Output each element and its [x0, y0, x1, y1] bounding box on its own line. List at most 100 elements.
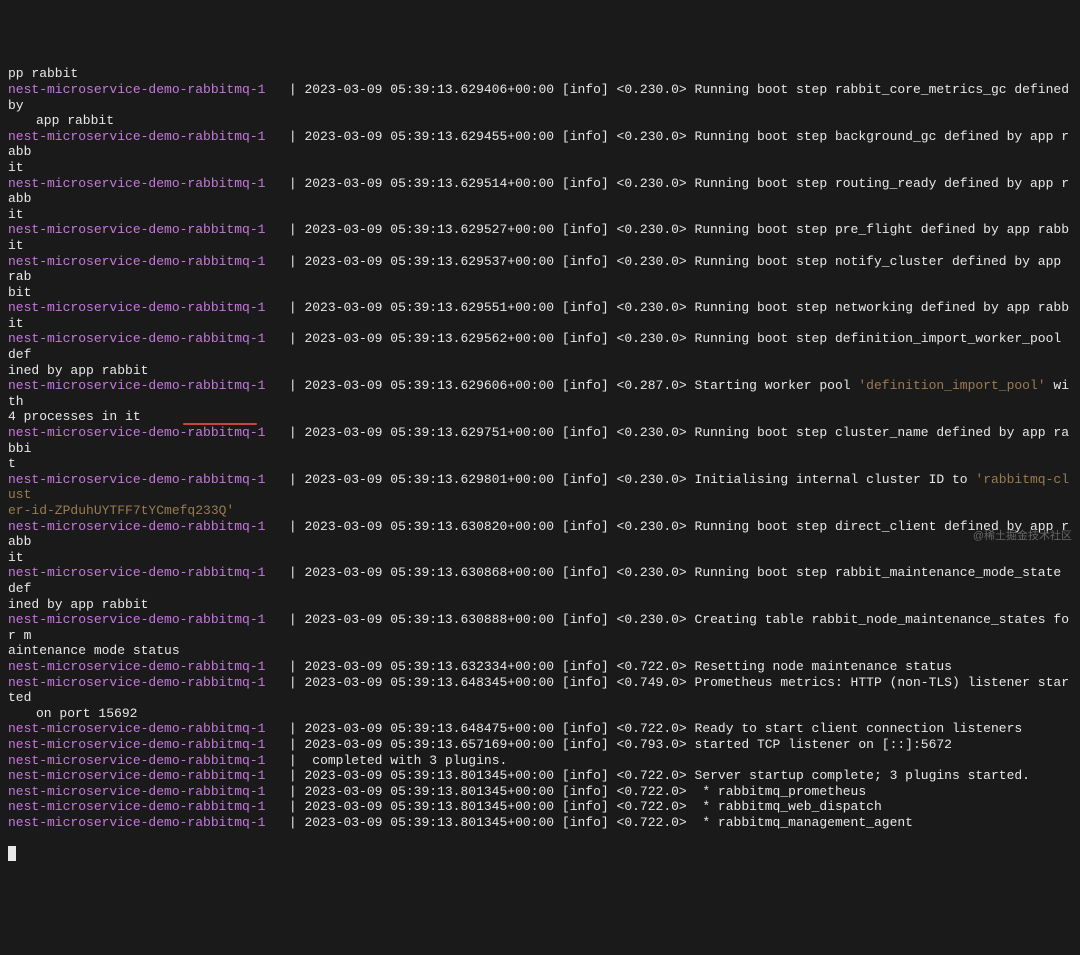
log-level: [info]	[562, 254, 617, 269]
log-line: nest-microservice-demo-rabbitmq-1 | 2023…	[8, 675, 1072, 706]
log-line: nest-microservice-demo-rabbitmq-1 | 2023…	[8, 176, 1072, 207]
continuation: pp rabbit	[8, 66, 78, 81]
log-line: bit	[8, 285, 1072, 301]
service-name: nest-microservice-demo-rabbitmq-1	[8, 659, 281, 674]
quoted-string: 'definition_import_pool'	[858, 378, 1045, 393]
pid: <0.230.0>	[617, 425, 695, 440]
log-level: [info]	[562, 784, 617, 799]
log-line: pp rabbit	[8, 66, 1072, 82]
pid: <0.230.0>	[617, 82, 695, 97]
pid: <0.230.0>	[617, 129, 695, 144]
continuation: aintenance mode status	[8, 643, 180, 658]
log-message: completed with 3 plugins.	[312, 753, 507, 768]
timestamp: 2023-03-09 05:39:13.801345+00:00	[304, 768, 561, 783]
timestamp: 2023-03-09 05:39:13.629551+00:00	[304, 300, 561, 315]
service-name: nest-microservice-demo-rabbitmq-1	[8, 176, 281, 191]
log-line: t	[8, 456, 1072, 472]
service-name: nest-microservice-demo-rabbitmq-1	[8, 254, 281, 269]
timestamp: 2023-03-09 05:39:13.629801+00:00	[304, 472, 561, 487]
separator: |	[281, 737, 304, 752]
log-message: * rabbitmq_web_dispatch	[695, 799, 882, 814]
separator: |	[281, 612, 304, 627]
log-line: it	[8, 550, 1072, 566]
log-line: nest-microservice-demo-rabbitmq-1 | 2023…	[8, 331, 1072, 362]
timestamp: 2023-03-09 05:39:13.629406+00:00	[304, 82, 561, 97]
pid: <0.722.0>	[617, 784, 695, 799]
service-name: nest-microservice-demo-rabbitmq-1	[8, 425, 281, 440]
separator: |	[281, 129, 304, 144]
timestamp: 2023-03-09 05:39:13.648475+00:00	[304, 721, 561, 736]
log-message: * rabbitmq_management_agent	[695, 815, 913, 830]
service-name: nest-microservice-demo-rabbitmq-1	[8, 815, 281, 830]
log-level: [info]	[562, 425, 617, 440]
log-message: * rabbitmq_prometheus	[695, 784, 867, 799]
pid: <0.230.0>	[617, 331, 695, 346]
log-line: ined by app rabbit	[8, 597, 1072, 613]
separator: |	[281, 378, 304, 393]
separator: |	[281, 222, 304, 237]
log-level: [info]	[562, 176, 617, 191]
separator: |	[281, 254, 304, 269]
log-line: nest-microservice-demo-rabbitmq-1 | 2023…	[8, 300, 1072, 331]
log-line: nest-microservice-demo-rabbitmq-1 | 2023…	[8, 612, 1072, 643]
service-name: nest-microservice-demo-rabbitmq-1	[8, 753, 281, 768]
timestamp: 2023-03-09 05:39:13.630820+00:00	[304, 519, 561, 534]
timestamp: 2023-03-09 05:39:13.630868+00:00	[304, 565, 561, 580]
separator: |	[281, 815, 304, 830]
separator: |	[281, 768, 304, 783]
log-level: [info]	[562, 82, 617, 97]
log-line: nest-microservice-demo-rabbitmq-1 | comp…	[8, 753, 1072, 769]
separator: |	[281, 784, 304, 799]
timestamp: 2023-03-09 05:39:13.629455+00:00	[304, 129, 561, 144]
log-message: Server startup complete; 3 plugins start…	[695, 768, 1030, 783]
service-name: nest-microservice-demo-rabbitmq-1	[8, 300, 281, 315]
log-line: on port 15692	[8, 706, 1072, 722]
pid: <0.722.0>	[617, 659, 695, 674]
timestamp: 2023-03-09 05:39:13.629751+00:00	[304, 425, 561, 440]
pid: <0.230.0>	[617, 300, 695, 315]
log-level: [info]	[562, 659, 617, 674]
continuation: it	[8, 550, 24, 565]
separator: |	[281, 472, 304, 487]
log-level: [info]	[562, 737, 617, 752]
log-line: nest-microservice-demo-rabbitmq-1 | 2023…	[8, 222, 1072, 253]
separator: |	[281, 82, 304, 97]
log-level: [info]	[562, 129, 617, 144]
log-level: [info]	[562, 799, 617, 814]
continuation: ined by app rabbit	[8, 363, 148, 378]
pid: <0.230.0>	[617, 519, 695, 534]
log-line: nest-microservice-demo-rabbitmq-1 | 2023…	[8, 799, 1072, 815]
log-line: nest-microservice-demo-rabbitmq-1 | 2023…	[8, 565, 1072, 596]
watermark-text: @稀土掘金技术社区	[973, 530, 1072, 543]
service-name: nest-microservice-demo-rabbitmq-1	[8, 612, 281, 627]
service-name: nest-microservice-demo-rabbitmq-1	[8, 82, 281, 97]
service-name: nest-microservice-demo-rabbitmq-1	[8, 519, 281, 534]
pid: <0.230.0>	[617, 176, 695, 191]
separator: |	[281, 675, 304, 690]
log-line: nest-microservice-demo-rabbitmq-1 | 2023…	[8, 472, 1072, 503]
service-name: nest-microservice-demo-rabbitmq-1	[8, 565, 281, 580]
timestamp: 2023-03-09 05:39:13.801345+00:00	[304, 799, 561, 814]
pid: <0.230.0>	[617, 565, 695, 580]
separator: |	[281, 565, 304, 580]
log-line: ined by app rabbit	[8, 363, 1072, 379]
separator: |	[281, 331, 304, 346]
pid: <0.230.0>	[617, 222, 695, 237]
timestamp: 2023-03-09 05:39:13.801345+00:00	[304, 784, 561, 799]
log-line: aintenance mode status	[8, 643, 1072, 659]
log-level: [info]	[562, 612, 617, 627]
red-underline	[183, 423, 257, 425]
timestamp: 2023-03-09 05:39:13.657169+00:00	[304, 737, 561, 752]
log-level: [info]	[562, 472, 617, 487]
continuation: it	[8, 207, 24, 222]
continuation-quoted: er-id-ZPduhUYTFF7tYCmefq233Q'	[8, 503, 234, 518]
log-line: nest-microservice-demo-rabbitmq-1 | 2023…	[8, 254, 1072, 285]
pid: <0.793.0>	[617, 737, 695, 752]
timestamp: 2023-03-09 05:39:13.630888+00:00	[304, 612, 561, 627]
log-line: nest-microservice-demo-rabbitmq-1 | 2023…	[8, 519, 1072, 550]
timestamp: 2023-03-09 05:39:13.648345+00:00	[304, 675, 561, 690]
pid: <0.230.0>	[617, 472, 695, 487]
service-name: nest-microservice-demo-rabbitmq-1	[8, 675, 281, 690]
pid: <0.230.0>	[617, 612, 695, 627]
pid: <0.287.0>	[617, 378, 695, 393]
